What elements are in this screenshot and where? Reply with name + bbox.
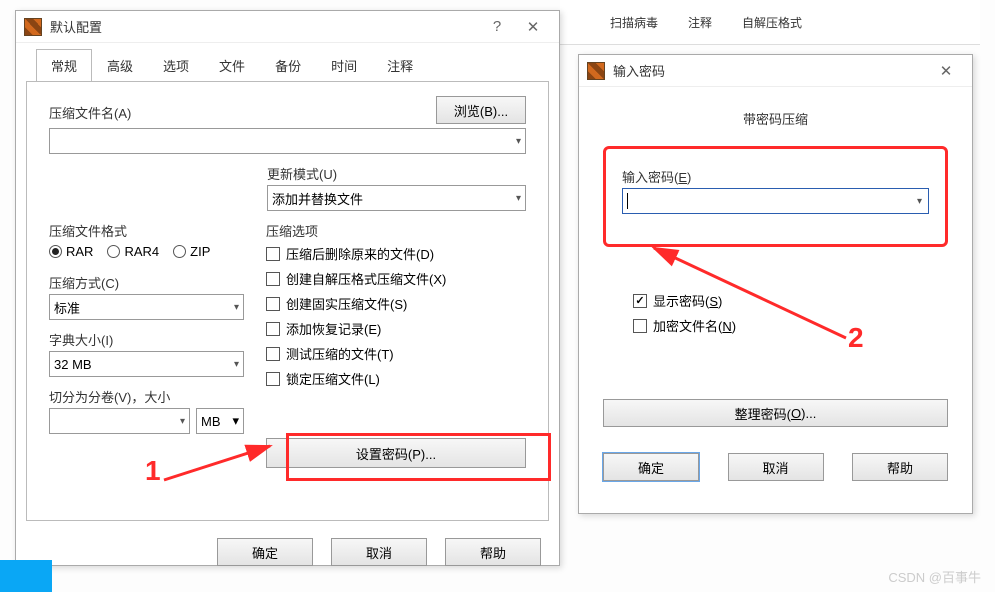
cancel-button[interactable]: 取消 — [728, 453, 824, 481]
tab-options[interactable]: 选项 — [148, 49, 204, 82]
ok-button[interactable]: 确定 — [603, 453, 699, 481]
format-rar4[interactable]: RAR4 — [107, 244, 159, 259]
chevron-down-icon: ▾ — [180, 416, 185, 427]
method-select[interactable]: 标准▾ — [49, 294, 244, 320]
encrypt-names-checkbox[interactable]: 加密文件名(N) — [633, 316, 948, 335]
text-cursor — [627, 193, 628, 209]
titlebar: 输入密码 ✕ — [579, 55, 972, 87]
close-button[interactable]: ✕ — [928, 59, 964, 83]
format-radios: RAR RAR4 ZIP — [49, 244, 244, 259]
enter-password-label: 输入密码(E) — [622, 167, 929, 186]
chevron-down-icon: ▾ — [232, 413, 239, 429]
winrar-icon — [24, 18, 42, 36]
chevron-down-icon: ▾ — [234, 359, 239, 370]
chevron-down-icon: ▾ — [516, 136, 521, 147]
dict-label: 字典大小(I) — [49, 330, 244, 349]
tab-content: 压缩文件名(A) 浏览(B)... ▾ 更新模式(U) 添加并替换文件▾ 压缩文… — [26, 81, 549, 521]
dict-select[interactable]: 32 MB▾ — [49, 351, 244, 377]
dialog-title: 输入密码 — [613, 61, 928, 80]
help-button[interactable]: ? — [479, 15, 515, 39]
dialog-title: 默认配置 — [50, 17, 479, 36]
set-password-button[interactable]: 设置密码(P)... — [266, 438, 526, 468]
annotation-number-2: 2 — [848, 322, 864, 354]
update-mode-select[interactable]: 添加并替换文件▾ — [267, 185, 526, 211]
show-password-checkbox[interactable]: 显示密码(S) — [633, 291, 948, 310]
tab-time[interactable]: 时间 — [316, 49, 372, 82]
toolbar-scan[interactable]: 扫描病毒 — [610, 14, 658, 31]
update-mode-label: 更新模式(U) — [267, 164, 526, 183]
opt-recovery[interactable]: 添加恢复记录(E) — [266, 319, 526, 338]
browse-button[interactable]: 浏览(B)... — [436, 96, 526, 124]
tab-backup[interactable]: 备份 — [260, 49, 316, 82]
organize-passwords-button[interactable]: 整理密码(O)... — [603, 399, 948, 427]
format-label: 压缩文件格式 — [49, 221, 244, 240]
method-label: 压缩方式(C) — [49, 273, 244, 292]
tabs: 常规 高级 选项 文件 备份 时间 注释 — [16, 43, 559, 82]
ok-button[interactable]: 确定 — [217, 538, 313, 566]
watermark: CSDN @百事牛 — [888, 567, 981, 586]
archive-name-label: 压缩文件名(A) — [49, 103, 426, 122]
archive-name-input[interactable]: ▾ — [49, 128, 526, 154]
split-unit-select[interactable]: MB▾ — [196, 408, 244, 434]
opt-lock[interactable]: 锁定压缩文件(L) — [266, 369, 526, 388]
titlebar: 默认配置 ? ✕ — [16, 11, 559, 43]
tab-files[interactable]: 文件 — [204, 49, 260, 82]
tab-advanced[interactable]: 高级 — [92, 49, 148, 82]
split-label: 切分为分卷(V)，大小 — [49, 387, 244, 406]
taskbar-fragment — [0, 560, 52, 592]
annotation-box-2: 输入密码(E) ▾ — [603, 146, 948, 247]
app-toolbar: 扫描病毒 注释 自解压格式 — [560, 0, 980, 45]
enter-password-dialog: 输入密码 ✕ 带密码压缩 输入密码(E) ▾ 显示密码(S) 加密文件名(N) … — [578, 54, 973, 514]
dialog-buttons: 确定 取消 帮助 — [16, 530, 559, 578]
format-zip[interactable]: ZIP — [173, 244, 210, 259]
chevron-down-icon: ▾ — [917, 196, 922, 207]
toolbar-sfx[interactable]: 自解压格式 — [742, 14, 802, 31]
dialog-buttons: 确定 取消 帮助 — [579, 441, 972, 493]
tab-comment[interactable]: 注释 — [372, 49, 428, 82]
help-button[interactable]: 帮助 — [445, 538, 541, 566]
opt-solid[interactable]: 创建固实压缩文件(S) — [266, 294, 526, 313]
chevron-down-icon: ▾ — [234, 302, 239, 313]
help-button[interactable]: 帮助 — [852, 453, 948, 481]
format-rar[interactable]: RAR — [49, 244, 93, 259]
close-button[interactable]: ✕ — [515, 15, 551, 39]
chevron-down-icon: ▾ — [516, 193, 521, 204]
winrar-icon — [587, 62, 605, 80]
dialog-subtitle: 带密码压缩 — [603, 109, 948, 128]
tab-general[interactable]: 常规 — [36, 49, 92, 82]
opts-label: 压缩选项 — [266, 221, 526, 240]
opt-delete-after[interactable]: 压缩后删除原来的文件(D) — [266, 244, 526, 263]
annotation-number-1: 1 — [145, 455, 161, 487]
opt-test[interactable]: 测试压缩的文件(T) — [266, 344, 526, 363]
password-input[interactable]: ▾ — [622, 188, 929, 214]
default-config-dialog: 默认配置 ? ✕ 常规 高级 选项 文件 备份 时间 注释 压缩文件名(A) 浏… — [15, 10, 560, 566]
cancel-button[interactable]: 取消 — [331, 538, 427, 566]
split-size-input[interactable]: ▾ — [49, 408, 190, 434]
opt-sfx[interactable]: 创建自解压格式压缩文件(X) — [266, 269, 526, 288]
toolbar-comment[interactable]: 注释 — [688, 14, 712, 31]
